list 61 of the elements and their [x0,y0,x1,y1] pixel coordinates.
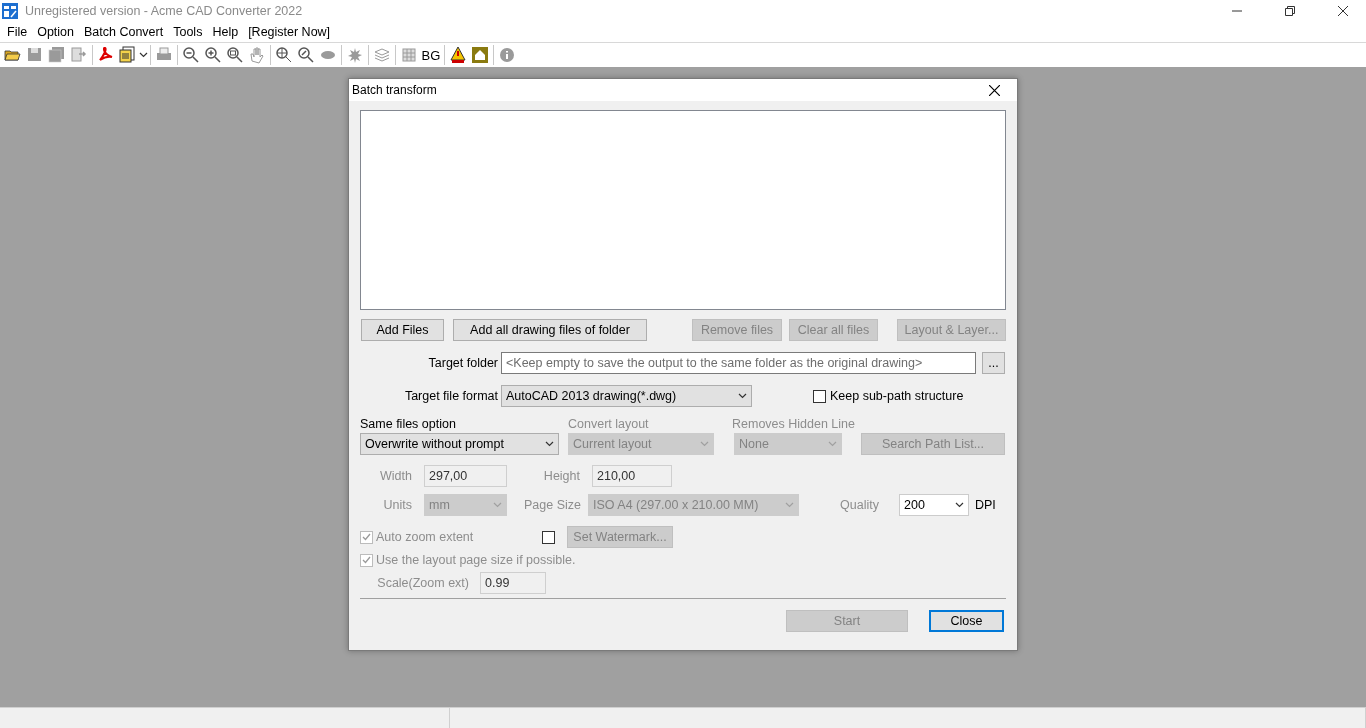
grid-icon [400,46,418,64]
chevron-down-icon [700,441,709,447]
chevron-down-icon [493,502,502,508]
menu-item[interactable]: File [2,25,33,39]
zoom-previous-icon [297,46,315,64]
documents-icon [119,46,137,64]
field-label: Convert layout [568,417,650,431]
warning-book-icon [449,46,467,64]
format-dropdown[interactable]: AutoCAD 2013 drawing(*.dwg) [501,385,752,407]
checkbox-label: Auto zoom extent [376,530,475,544]
hand-icon [248,46,266,64]
zoom-extent-icon [275,46,293,64]
chevron-down-icon [139,52,148,58]
field-label: Removes Hidden Line [732,417,855,431]
zoom-out-icon [182,46,200,64]
field-label: Units [382,498,412,512]
checkbox[interactable] [813,389,826,403]
zoom-window-icon [226,46,244,64]
pdf-icon [97,46,115,64]
warning-book-tool[interactable] [447,44,469,66]
field-label: Target file format [403,389,498,403]
menu-item[interactable]: Tools [168,25,208,39]
app-logo-icon [2,3,18,19]
checkbox-label: Use the layout page size if possible. [376,553,576,567]
chevron-down-icon [828,441,837,447]
target-folder-field[interactable]: <Keep empty to save the output to the same folder as the original drawing> [501,352,976,374]
menu-item[interactable]: Batch Convert [79,25,169,39]
window-title: Unregistered version - Acme CAD Converter 2022 [25,4,304,18]
home-tool[interactable] [469,44,491,66]
menu-item[interactable]: [Register Now] [243,25,336,39]
field-label: Target folder [427,356,498,370]
dialog-button[interactable]: Close [929,610,1004,632]
dropdown[interactable]: Overwrite without prompt [360,433,559,455]
chevron-down-icon [785,502,794,508]
document-arrow-icon [70,46,88,64]
chevron-down-icon [738,393,747,399]
field-label: Same files option [360,417,457,431]
menu-item[interactable]: Help [207,25,244,39]
layers-icon [373,46,391,64]
dialog-title: Batch transform [352,83,437,97]
floppy-disks-icon [48,46,66,64]
file-button[interactable]: Add all drawing files of folder [453,319,647,341]
unit-label: DPI [975,498,996,512]
chevron-down-icon [545,441,554,447]
field-label: Height [542,469,580,483]
file-button[interactable]: Add Files [361,319,444,341]
background-toggle[interactable]: BG [420,47,442,63]
field-label: Page Size [523,498,581,512]
field-label: Width [379,469,412,483]
field-label: Scale(Zoom ext) [376,576,469,590]
browse-button[interactable]: ... [982,352,1005,374]
home-icon [471,46,489,64]
zoom-in-icon [204,46,222,64]
menu-item[interactable]: Option [32,25,79,39]
field-label: Quality [839,498,879,512]
restore-icon [1285,6,1295,16]
close-icon [988,84,1000,96]
close-icon [1338,6,1348,16]
info-icon [498,46,516,64]
chevron-down-icon [955,502,964,508]
checkbox-label: Keep sub-path structure [830,389,964,403]
